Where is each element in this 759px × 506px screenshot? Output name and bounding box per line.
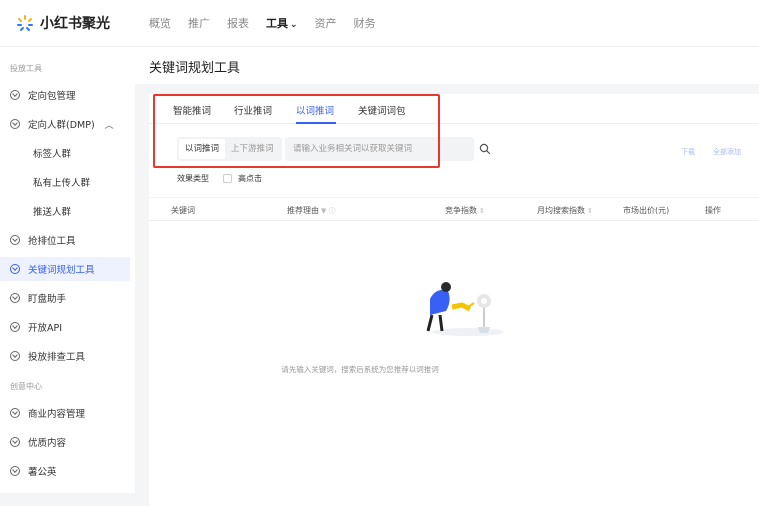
filter-option-label: 高点击	[238, 174, 262, 183]
sidebar-item-business-content[interactable]: 商业内容管理	[0, 401, 130, 425]
tab-bar: 智能推词 行业推词 以词推词 关键词词包	[149, 94, 759, 124]
column-header-competition[interactable]: 竞争指数 ⇕	[445, 205, 485, 216]
search-box	[285, 137, 474, 161]
sidebar-item-label: 关键词规划工具	[28, 265, 95, 276]
shield-check-icon	[10, 90, 20, 100]
sidebar-item-keyword-planner[interactable]: 关键词规划工具	[0, 257, 130, 281]
top-nav: 概览 推广 报表 工具 ⌄ 资产 财务	[149, 15, 393, 31]
sidebar-item-label: 优质内容	[28, 438, 67, 449]
topnav-finance[interactable]: 财务	[354, 15, 376, 31]
logo-icon	[17, 15, 33, 31]
sidebar-section-title: 投放工具	[10, 64, 42, 73]
column-header-label: 竞争指数	[445, 206, 477, 215]
active-tab-indicator	[296, 122, 336, 124]
topnav-overview[interactable]: 概览	[149, 15, 171, 31]
topnav-tools[interactable]: 工具 ⌄	[266, 15, 298, 31]
shield-check-icon	[10, 293, 20, 303]
sidebar-item-rank-tool[interactable]: 抢排位工具	[0, 228, 130, 252]
topnav-reports[interactable]: 报表	[227, 15, 249, 31]
column-header-label: 月均搜索指数	[537, 206, 585, 215]
empty-state-text: 请先输入关键词，搜索后系统为您推荐以词推词	[0, 364, 759, 375]
filter-label: 效果类型	[177, 174, 209, 183]
main-content: 关键词规划工具 智能推词 行业推词 以词推词 关键词词包 以词推词 上下游推词 …	[135, 46, 759, 506]
download-button[interactable]: 下载	[681, 147, 695, 157]
tab-word-recommend[interactable]: 以词推词	[296, 103, 334, 117]
chevron-up-icon[interactable]: ︿	[105, 118, 114, 131]
sort-icon[interactable]: ⇕	[587, 207, 593, 215]
sidebar-item-monitor-assistant[interactable]: 盯盘助手	[0, 286, 130, 310]
table-header: 关键词 推荐理由 ▼ ⓘ 竞争指数 ⇕ 月均搜索指数 ⇕ 市场出价(元) 操作	[149, 197, 759, 221]
logo-text: 小红书聚光	[40, 16, 110, 32]
sidebar-item-targeting-package[interactable]: 定向包管理	[0, 83, 130, 107]
segment-word-recommend[interactable]: 以词推词	[179, 139, 226, 159]
sidebar-item-push-audience[interactable]: 推送人群	[0, 199, 130, 223]
sidebar: 投放工具 定向包管理 定向人群(DMP) ︿ 标签人群 私有上传人群 推送人群 抢…	[0, 46, 135, 493]
top-bar: 小红书聚光 概览 推广 报表 工具 ⌄ 资产 财务	[0, 0, 759, 46]
topnav-promotion[interactable]: 推广	[188, 15, 210, 31]
shield-check-icon	[10, 119, 20, 129]
sidebar-item-label: 定向人群(DMP)	[28, 120, 95, 131]
tab-industry-recommend[interactable]: 行业推词	[234, 103, 272, 117]
sidebar-item-label: 盯盘助手	[28, 294, 67, 305]
sidebar-item-shugongying[interactable]: 薯公英	[0, 459, 130, 483]
sidebar-item-open-api[interactable]: 开放API	[0, 315, 130, 339]
shield-check-icon	[10, 235, 20, 245]
shield-check-icon	[10, 408, 20, 418]
topnav-assets[interactable]: 资产	[315, 15, 337, 31]
sidebar-item-quality-content[interactable]: 优质内容	[0, 430, 130, 454]
topnav-tools-label: 工具	[266, 17, 288, 30]
filter-icon[interactable]: ▼ ⓘ	[321, 207, 336, 215]
page-title: 关键词规划工具	[149, 61, 241, 76]
sidebar-item-label: 投放排查工具	[28, 352, 86, 363]
chevron-down-icon: ⌄	[290, 20, 298, 30]
page-header: 关键词规划工具	[135, 46, 759, 84]
empty-state-illustration	[426, 282, 504, 336]
filter-row: 效果类型 高点击	[177, 173, 262, 184]
tab-smart-recommend[interactable]: 智能推词	[173, 103, 211, 117]
sidebar-item-private-upload[interactable]: 私有上传人群	[0, 170, 130, 194]
column-header-search-index[interactable]: 月均搜索指数 ⇕	[537, 205, 593, 216]
column-header-action: 操作	[705, 206, 721, 215]
search-icon[interactable]	[479, 143, 491, 155]
column-header-keyword: 关键词	[171, 206, 195, 215]
shield-check-icon	[10, 264, 20, 274]
sidebar-item-label: 定向包管理	[28, 91, 76, 102]
sidebar-item-tag-audience[interactable]: 标签人群	[0, 141, 130, 165]
sort-icon[interactable]: ⇕	[479, 207, 485, 215]
keyword-search-input[interactable]	[293, 144, 463, 154]
sidebar-section-title: 创意中心	[10, 382, 42, 391]
column-header-label: 推荐理由	[287, 206, 319, 215]
sidebar-item-label: 薯公英	[28, 467, 57, 478]
empty-state-message: 请先输入关键词，搜索后系统为您推荐以词推词	[281, 365, 439, 374]
sidebar-item-label: 商业内容管理	[28, 409, 86, 420]
sidebar-item-dmp[interactable]: 定向人群(DMP) ︿	[0, 112, 130, 136]
sidebar-item-label: 开放API	[28, 323, 63, 334]
tab-keyword-package[interactable]: 关键词词包	[358, 103, 406, 117]
add-all-button[interactable]: 全部添加	[713, 147, 741, 157]
high-click-checkbox[interactable]	[223, 174, 232, 183]
logo[interactable]: 小红书聚光	[16, 13, 134, 33]
column-header-market-bid: 市场出价(元)	[623, 206, 670, 215]
column-header-reason[interactable]: 推荐理由 ▼ ⓘ	[287, 205, 336, 216]
shield-check-icon	[10, 437, 20, 447]
mode-segmented-control: 以词推词 上下游推词	[177, 137, 282, 161]
shield-check-icon	[10, 322, 20, 332]
shield-check-icon	[10, 466, 20, 476]
sidebar-item-label: 抢排位工具	[28, 236, 76, 247]
segment-updown-recommend[interactable]: 上下游推词	[225, 139, 280, 159]
shield-check-icon	[10, 351, 20, 361]
